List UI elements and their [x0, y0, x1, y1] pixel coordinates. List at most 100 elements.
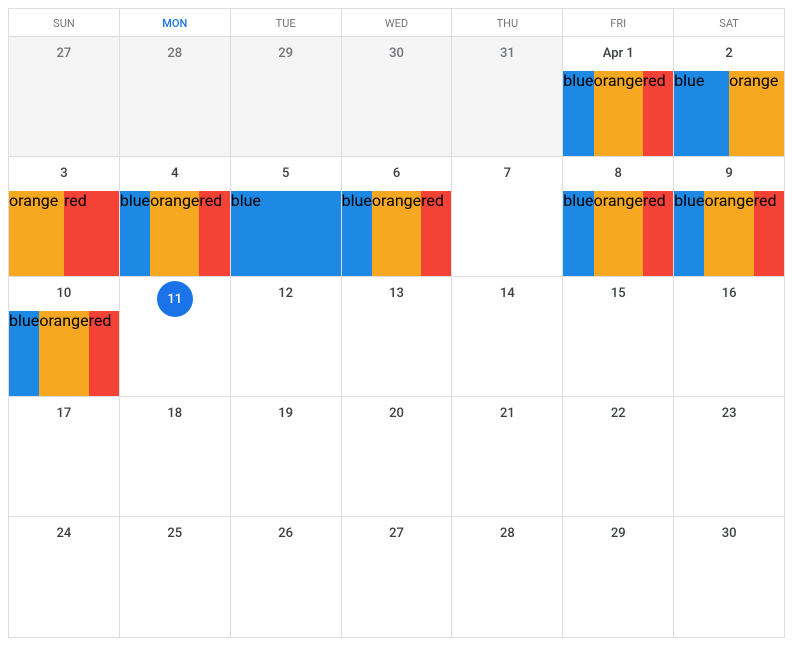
day-cell[interactable]: 2 blueorange — [674, 37, 784, 156]
day-number[interactable]: 23 — [674, 397, 784, 425]
event-block[interactable]: orange — [594, 191, 643, 276]
day-number[interactable]: 25 — [120, 517, 230, 545]
day-number[interactable]: 26 — [231, 517, 341, 545]
day-events: blue — [231, 185, 341, 276]
weekday-header: FRI — [563, 9, 674, 37]
event-block[interactable]: orange — [39, 311, 88, 396]
event-block[interactable]: orange — [372, 191, 421, 276]
day-number[interactable]: 11 — [120, 277, 230, 305]
today-indicator[interactable]: 11 — [157, 281, 193, 317]
day-number[interactable]: 28 — [120, 37, 230, 65]
day-cell[interactable]: 3 orangered — [9, 157, 120, 276]
day-number[interactable]: 24 — [9, 517, 119, 545]
event-block[interactable]: orange — [704, 191, 753, 276]
day-cell[interactable]: 27 — [9, 37, 120, 156]
day-cell[interactable]: 23 — [674, 397, 784, 516]
day-number[interactable]: 29 — [563, 517, 673, 545]
day-cell[interactable]: 14 — [452, 277, 563, 396]
day-number[interactable]: 7 — [452, 157, 562, 185]
day-cell[interactable]: 17 — [9, 397, 120, 516]
day-cell[interactable]: 26 — [231, 517, 342, 637]
day-number[interactable]: 12 — [231, 277, 341, 305]
day-number[interactable]: 27 — [9, 37, 119, 65]
day-number[interactable]: 20 — [342, 397, 452, 425]
day-number[interactable]: 17 — [9, 397, 119, 425]
day-cell[interactable]: 28 — [452, 517, 563, 637]
event-block[interactable]: blue — [674, 191, 704, 276]
event-block[interactable]: blue — [674, 71, 729, 156]
day-number[interactable]: 15 — [563, 277, 673, 305]
day-cell[interactable]: 12 — [231, 277, 342, 396]
day-cell[interactable]: 30 — [674, 517, 784, 637]
day-cell[interactable]: 27 — [342, 517, 453, 637]
day-cell[interactable]: 10 blueorangered — [9, 277, 120, 396]
day-number[interactable]: 31 — [452, 37, 562, 65]
day-number[interactable]: 3 — [9, 157, 119, 185]
day-number[interactable]: 8 — [563, 157, 673, 185]
day-number[interactable]: 14 — [452, 277, 562, 305]
day-cell[interactable]: 22 — [563, 397, 674, 516]
day-number[interactable]: 28 — [452, 517, 562, 545]
day-cell[interactable]: 5 blue — [231, 157, 342, 276]
event-block[interactable]: orange — [9, 191, 64, 276]
event-block[interactable]: blue — [120, 191, 150, 276]
day-number[interactable]: Apr 1 — [563, 37, 673, 65]
day-cell[interactable]: 28 — [120, 37, 231, 156]
event-block[interactable]: orange — [729, 71, 784, 156]
day-number[interactable]: 21 — [452, 397, 562, 425]
day-cell[interactable]: 16 — [674, 277, 784, 396]
day-number[interactable]: 4 — [120, 157, 230, 185]
event-block[interactable]: blue — [231, 191, 341, 276]
day-cell[interactable]: 11 — [120, 277, 231, 396]
event-block[interactable]: red — [199, 191, 229, 276]
event-block[interactable]: red — [754, 191, 784, 276]
day-cell[interactable]: 25 — [120, 517, 231, 637]
day-cell[interactable]: 18 — [120, 397, 231, 516]
day-cell[interactable]: 13 — [342, 277, 453, 396]
day-number[interactable]: 27 — [342, 517, 452, 545]
day-number[interactable]: 19 — [231, 397, 341, 425]
event-block[interactable]: red — [643, 191, 673, 276]
day-events: blueorangered — [342, 185, 452, 276]
event-block[interactable]: red — [643, 71, 673, 156]
day-cell[interactable]: 20 — [342, 397, 453, 516]
event-block[interactable]: blue — [563, 71, 593, 156]
day-number[interactable]: 2 — [674, 37, 784, 65]
day-cell[interactable]: 8blueorangered — [563, 157, 674, 276]
event-block[interactable]: blue — [342, 191, 372, 276]
event-block[interactable]: red — [421, 191, 451, 276]
day-cell[interactable]: 9 blueorangered — [674, 157, 784, 276]
calendar-grid: 2728293031Apr 1blueorangered2blueorange3… — [9, 37, 784, 637]
day-events: blueorangered — [563, 185, 673, 276]
day-cell[interactable]: 6blueorangered — [342, 157, 453, 276]
day-cell[interactable]: 15 — [563, 277, 674, 396]
day-cell[interactable]: 24 — [9, 517, 120, 637]
day-number[interactable]: 10 — [9, 277, 119, 305]
day-number[interactable]: 29 — [231, 37, 341, 65]
day-cell[interactable]: 21 — [452, 397, 563, 516]
day-cell[interactable]: 4 blueorangered — [120, 157, 231, 276]
calendar-week-row: 2728293031Apr 1blueorangered2blueorange — [9, 37, 784, 157]
day-cell[interactable]: 7 — [452, 157, 563, 276]
event-block[interactable]: blue — [563, 191, 593, 276]
day-number[interactable]: 30 — [342, 37, 452, 65]
event-block[interactable]: red — [89, 311, 119, 396]
day-cell[interactable]: 30 — [342, 37, 453, 156]
day-number[interactable]: 9 — [674, 157, 784, 185]
day-number[interactable]: 22 — [563, 397, 673, 425]
event-block[interactable]: orange — [594, 71, 643, 156]
day-number[interactable]: 5 — [231, 157, 341, 185]
event-block[interactable]: orange — [150, 191, 199, 276]
event-block[interactable]: red — [64, 191, 119, 276]
day-cell[interactable]: Apr 1 blueorangered — [563, 37, 674, 156]
day-number[interactable]: 18 — [120, 397, 230, 425]
day-cell[interactable]: 29 — [563, 517, 674, 637]
day-number[interactable]: 13 — [342, 277, 452, 305]
day-cell[interactable]: 19 — [231, 397, 342, 516]
day-cell[interactable]: 29 — [231, 37, 342, 156]
event-block[interactable]: blue — [9, 311, 39, 396]
day-cell[interactable]: 31 — [452, 37, 563, 156]
day-number[interactable]: 30 — [674, 517, 784, 545]
day-number[interactable]: 16 — [674, 277, 784, 305]
day-number[interactable]: 6 — [342, 157, 452, 185]
